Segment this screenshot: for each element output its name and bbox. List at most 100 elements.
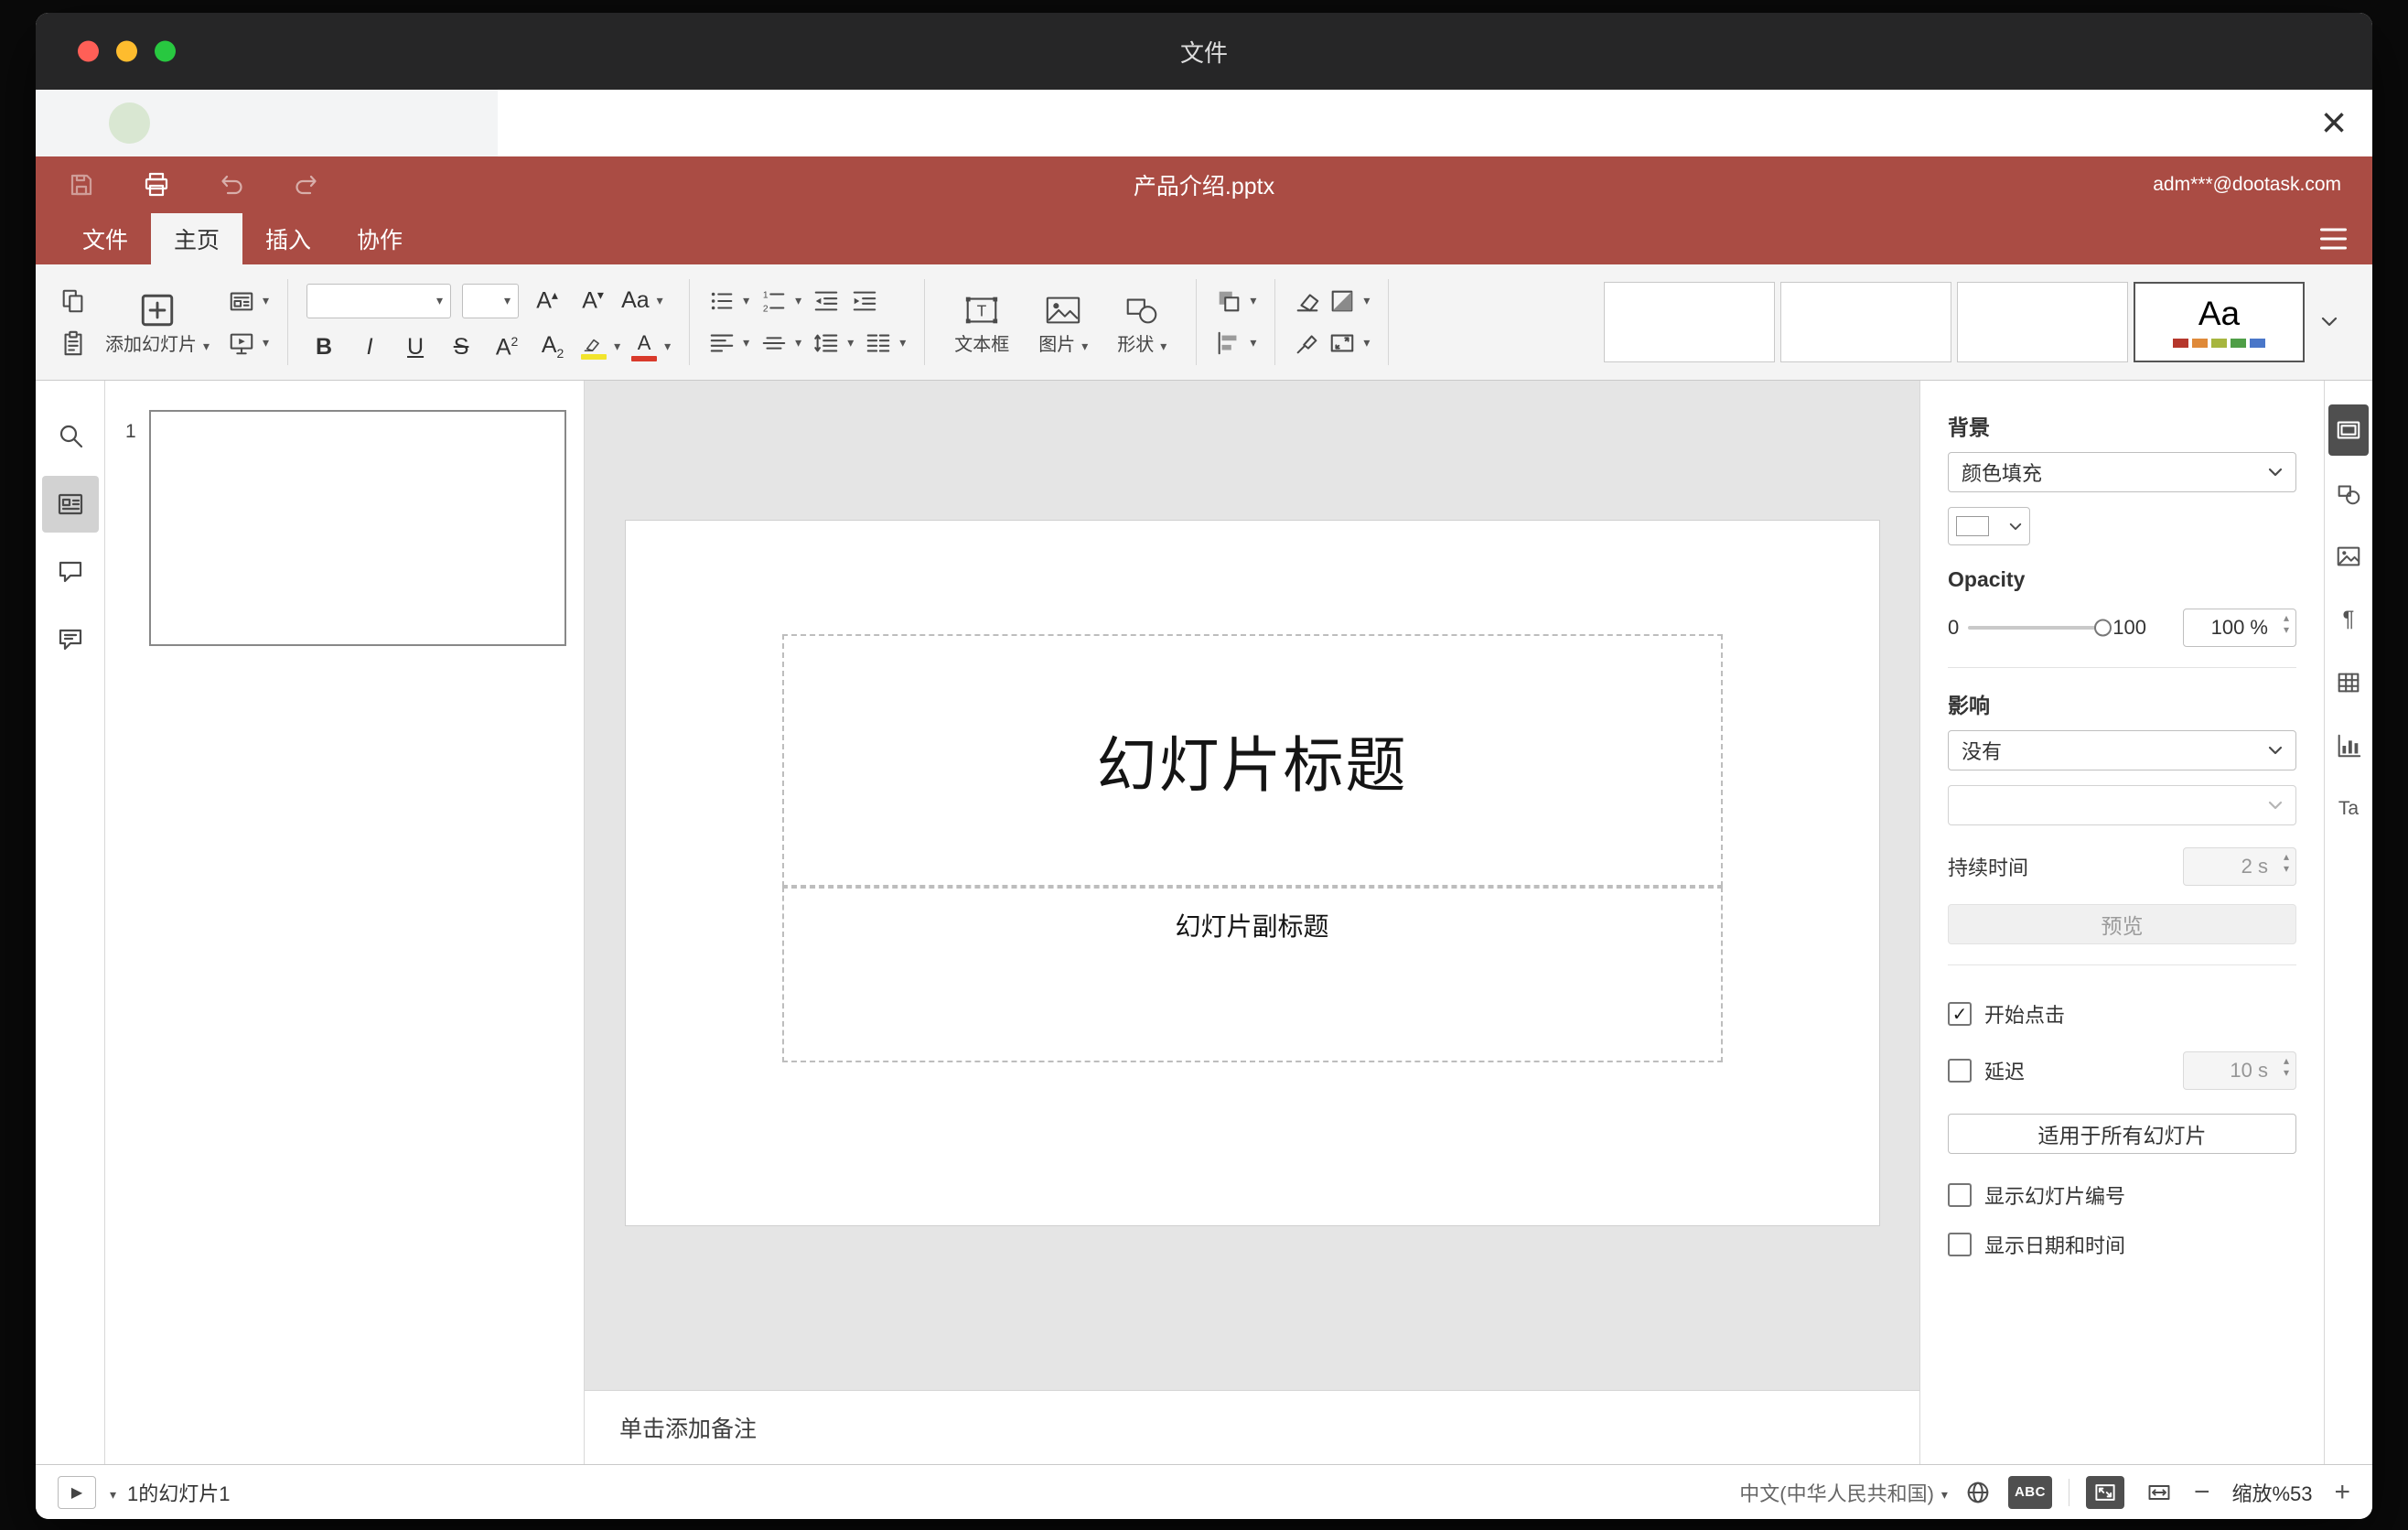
chat-panel-button[interactable] xyxy=(42,611,99,668)
text-art-settings-button[interactable]: Ta xyxy=(2328,783,2369,835)
dropdown-caret-icon xyxy=(200,336,210,354)
gallery-expand-button[interactable] xyxy=(2310,282,2349,362)
effect-type-select[interactable] xyxy=(1948,785,2296,825)
hamburger-menu-icon[interactable] xyxy=(2320,228,2347,250)
bold-button[interactable]: B xyxy=(306,335,341,359)
duration-spinner[interactable]: 2 s ▴ ▾ xyxy=(2183,847,2296,886)
insert-shape-button[interactable]: 形状 xyxy=(1106,291,1177,354)
superscript-button[interactable]: A2 xyxy=(489,335,524,359)
image-settings-button[interactable] xyxy=(2328,531,2369,582)
slide-surface[interactable]: 幻灯片标题 幻灯片副标题 xyxy=(625,521,1879,1225)
show-date-time-checkbox[interactable] xyxy=(1948,1233,1972,1256)
effect-select[interactable]: 没有 xyxy=(1948,730,2296,770)
start-slideshow-status-button[interactable]: ▶ xyxy=(58,1475,96,1509)
subscript-button[interactable]: A2 xyxy=(535,334,570,361)
decrease-font-button[interactable]: A▾ xyxy=(575,288,610,312)
fit-to-width-button[interactable] xyxy=(2141,1476,2177,1509)
preview-button[interactable]: 预览 xyxy=(1948,904,2296,944)
background-color-select[interactable] xyxy=(1948,507,2030,545)
redo-button[interactable] xyxy=(292,170,321,199)
dropdown-caret-icon[interactable] xyxy=(107,1481,116,1504)
slide-size-button[interactable] xyxy=(1328,329,1370,357)
spellcheck-toggle[interactable]: ABC xyxy=(2007,1475,2052,1509)
zoom-out-button[interactable]: − xyxy=(2194,1478,2210,1506)
insert-textbox-button[interactable]: T 文本框 xyxy=(943,291,1020,354)
divider xyxy=(1948,667,2296,668)
apply-to-all-slides-button[interactable]: 适用于所有幻灯片 xyxy=(1948,1114,2296,1154)
zoom-in-button[interactable]: + xyxy=(2334,1478,2350,1506)
slider-knob[interactable] xyxy=(2094,619,2112,637)
font-name-combo[interactable] xyxy=(306,283,452,318)
increase-font-button[interactable]: A▴ xyxy=(530,288,564,312)
print-button[interactable] xyxy=(142,170,171,199)
tab-file[interactable]: 文件 xyxy=(59,213,151,264)
horizontal-align-button[interactable] xyxy=(708,329,749,357)
zoom-traffic-light[interactable] xyxy=(155,40,176,62)
close-traffic-light[interactable] xyxy=(78,40,99,62)
start-slideshow-button[interactable] xyxy=(228,329,269,357)
save-button[interactable] xyxy=(67,170,96,199)
shape-fill-button[interactable] xyxy=(1328,287,1370,315)
chart-settings-button[interactable] xyxy=(2328,720,2369,771)
undo-button[interactable] xyxy=(217,170,246,199)
numbering-button[interactable]: 12 xyxy=(760,287,801,315)
spinner-arrows-icon[interactable]: ▴ ▾ xyxy=(2284,1055,2289,1078)
language-selector[interactable]: 中文(中华人民共和国) xyxy=(1739,1478,1948,1507)
theme-tile[interactable] xyxy=(1957,282,2128,362)
chevron-down-icon xyxy=(2268,468,2283,477)
slides-panel-button[interactable] xyxy=(41,476,99,533)
fit-to-slide-button[interactable] xyxy=(2085,1475,2124,1509)
italic-button[interactable]: I xyxy=(352,335,387,359)
theme-tile-selected[interactable]: Aa xyxy=(2134,282,2305,362)
vertical-align-button[interactable] xyxy=(760,329,801,357)
shape-settings-button[interactable] xyxy=(2328,468,2369,519)
columns-button[interactable] xyxy=(865,329,906,357)
tab-home[interactable]: 主页 xyxy=(151,213,243,264)
tab-insert[interactable]: 插入 xyxy=(242,213,334,264)
document-language-button[interactable] xyxy=(1964,1479,1992,1506)
copy-button[interactable] xyxy=(59,287,87,315)
background-fill-select[interactable]: 颜色填充 xyxy=(1948,452,2296,492)
change-layout-button[interactable] xyxy=(228,287,269,315)
table-settings-button[interactable] xyxy=(2328,657,2369,708)
tab-collaboration[interactable]: 协作 xyxy=(334,213,425,264)
notes-area[interactable]: 单击添加备注 xyxy=(585,1390,1919,1464)
align-shape-button[interactable] xyxy=(1215,329,1256,357)
strikethrough-button[interactable]: S xyxy=(444,335,478,359)
title-placeholder[interactable]: 幻灯片标题 xyxy=(781,634,1723,887)
paste-button[interactable] xyxy=(59,329,87,357)
opacity-value-spinner[interactable]: 100 % ▴ ▾ xyxy=(2183,609,2296,647)
opacity-slider[interactable] xyxy=(1968,619,2112,637)
font-size-combo[interactable] xyxy=(462,283,520,318)
change-case-button[interactable]: Aa xyxy=(621,289,663,312)
decrease-indent-button[interactable] xyxy=(812,287,840,315)
comments-panel-button[interactable] xyxy=(42,544,99,600)
arrange-shape-button[interactable] xyxy=(1215,287,1256,315)
increase-indent-button[interactable] xyxy=(851,287,878,315)
spinner-arrows-icon[interactable]: ▴ ▾ xyxy=(2284,612,2289,635)
delay-checkbox[interactable] xyxy=(1948,1059,1972,1083)
paragraph-settings-button[interactable]: ¶ xyxy=(2328,594,2369,645)
insert-image-button[interactable]: 图片 xyxy=(1027,291,1099,354)
slide-settings-button[interactable] xyxy=(2328,404,2369,456)
zoom-level-label[interactable]: 缩放%53 xyxy=(2226,1478,2317,1507)
minimize-traffic-light[interactable] xyxy=(116,40,137,62)
subtitle-placeholder[interactable]: 幻灯片副标题 xyxy=(781,887,1723,1062)
underline-button[interactable]: U xyxy=(398,335,433,359)
spinner-arrows-icon[interactable]: ▴ ▾ xyxy=(2284,851,2289,874)
show-slide-number-checkbox[interactable] xyxy=(1948,1183,1972,1207)
close-icon[interactable]: × xyxy=(2321,101,2347,145)
search-panel-button[interactable] xyxy=(42,408,99,465)
slide-thumbnail[interactable] xyxy=(149,410,566,646)
theme-tile[interactable] xyxy=(1604,282,1775,362)
theme-tile[interactable] xyxy=(1780,282,1951,362)
line-spacing-button[interactable] xyxy=(812,329,854,357)
delay-spinner[interactable]: 10 s ▴ ▾ xyxy=(2183,1051,2296,1090)
clear-style-button[interactable] xyxy=(1294,287,1321,315)
font-color-button[interactable]: A xyxy=(631,332,671,361)
add-slide-button[interactable]: 添加幻灯片 xyxy=(94,291,220,354)
bullets-button[interactable] xyxy=(708,287,749,315)
start-on-click-checkbox[interactable]: ✓ xyxy=(1948,1002,1972,1026)
copy-style-button[interactable] xyxy=(1294,329,1321,357)
highlight-color-button[interactable] xyxy=(581,334,620,360)
